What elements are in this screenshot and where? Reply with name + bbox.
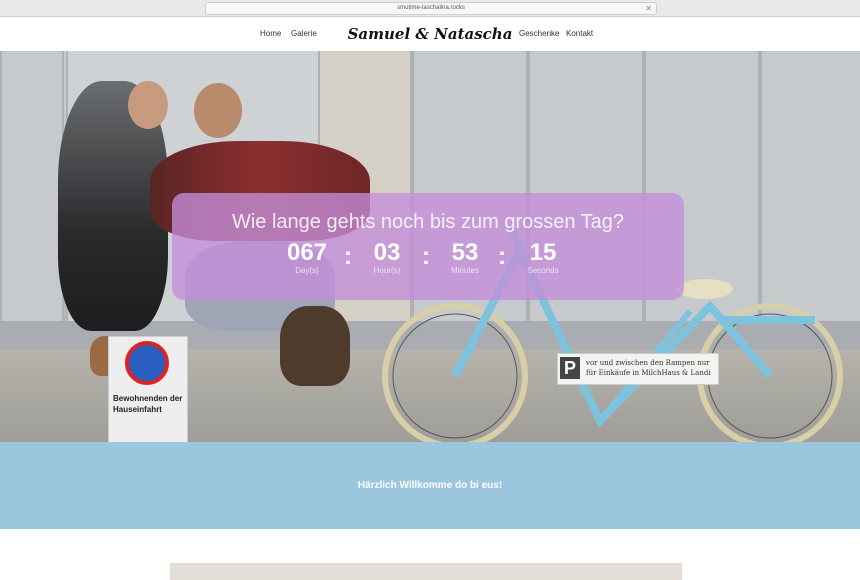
no-parking-sign: Bewohnenden der Hauseinfahrt (108, 336, 188, 442)
countdown-seconds: 15 Seconds (508, 240, 578, 276)
countdown-value: 03 (373, 239, 401, 266)
countdown-separator: : (498, 243, 506, 270)
countdown-separator: : (344, 243, 352, 270)
no-parking-icon (125, 341, 169, 385)
welcome-text: Härzlich Willkomme do bi eus! (357, 480, 503, 491)
parking-sign-text: vor und zwischen den Rampen nur für Eink… (586, 359, 711, 377)
countdown-value: 067 (286, 239, 328, 266)
nav-link-home[interactable]: Home (260, 17, 281, 51)
door-panel (0, 51, 64, 321)
browser-bar: smutime-taschalina.rocks ✕ (0, 0, 860, 17)
no-parking-sign-text: Bewohnenden der Hauseinfahrt (113, 394, 183, 414)
man-boots (280, 306, 350, 386)
countdown-days: 067 Day(s) (272, 240, 342, 276)
countdown-question: Wie lange gehts noch bis zum grossen Tag… (231, 211, 625, 233)
address-bar[interactable]: smutime-taschalina.rocks ✕ (205, 2, 657, 15)
nav-link-geschenke[interactable]: Geschenke (519, 17, 559, 51)
close-icon[interactable]: ✕ (645, 3, 652, 14)
url-text: smutime-taschalina.rocks (397, 5, 465, 11)
parking-sign: P vor und zwischen den Rampen nur für Ei… (557, 353, 719, 385)
countdown-value: 53 (451, 239, 479, 266)
parking-icon: P (560, 357, 580, 379)
countdown-label: Hour(s) (373, 266, 401, 275)
man-face (194, 83, 242, 138)
woman-face (128, 81, 168, 129)
countdown-label: Minutes (450, 266, 479, 275)
countdown-value: 15 (529, 239, 557, 266)
countdown-box: Wie lange gehts noch bis zum grossen Tag… (172, 193, 684, 300)
countdown-label: Day(s) (295, 266, 319, 275)
gallery-image-preview (170, 563, 682, 580)
nav-link-galerie[interactable]: Galerie (291, 17, 317, 51)
countdown-label: Seconds (527, 266, 559, 275)
countdown-separator: : (422, 243, 430, 270)
nav-link-kontakt[interactable]: Kontakt (566, 17, 593, 51)
site-logo[interactable]: Samuel & Natascha (330, 17, 530, 51)
main-navigation: Home Galerie Samuel & Natascha Geschenke… (0, 17, 860, 51)
welcome-banner: Härzlich Willkomme do bi eus! (0, 442, 860, 529)
countdown-hours: 03 Hour(s) (352, 240, 422, 276)
countdown-minutes: 53 Minutes (430, 240, 500, 276)
